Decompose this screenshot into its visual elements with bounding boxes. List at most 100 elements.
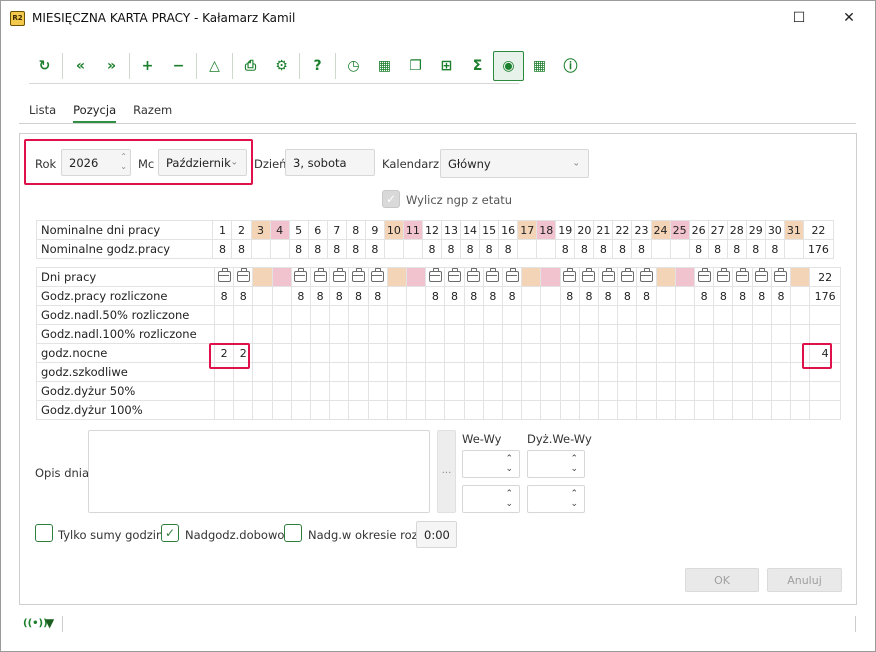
value-cell xyxy=(790,286,811,306)
ok-button[interactable]: OK xyxy=(685,568,759,592)
opis-ellipsis-button[interactable]: ... xyxy=(437,430,456,513)
value-cell xyxy=(674,343,696,363)
remove-icon[interactable]: − xyxy=(163,51,194,81)
hours-cell: 8 xyxy=(460,239,481,259)
dyz-we-wy-label: Dyż.We-Wy xyxy=(527,432,592,446)
value-cell xyxy=(655,362,676,382)
calendar-remove-icon[interactable]: ▦ xyxy=(369,51,400,81)
hours-cell xyxy=(783,239,804,259)
value-cell xyxy=(463,305,484,325)
spinner-icon[interactable]: ⌃ ⌄ xyxy=(570,454,578,474)
value-cell xyxy=(252,381,273,401)
work-day-cell xyxy=(425,267,446,287)
value-cell xyxy=(309,343,331,363)
refresh-icon[interactable]: ↻ xyxy=(29,51,60,81)
settings-icon[interactable]: ⚙ xyxy=(266,51,297,81)
day-cell: 20 xyxy=(574,220,595,240)
triangle-icon[interactable]: △ xyxy=(199,51,230,81)
work-grid: Dni pracy 22 Godz.pracy rozliczone 8 8 8 8 8 8 8 8… xyxy=(36,267,841,420)
value-cell xyxy=(770,400,792,420)
day-cell: 19 xyxy=(555,220,576,240)
cancel-button[interactable]: Anuluj xyxy=(767,568,842,592)
work-day-cell xyxy=(444,267,465,287)
tab-razem[interactable]: Razem xyxy=(133,103,172,123)
value-cell xyxy=(732,362,753,382)
add-icon[interactable]: + xyxy=(132,51,163,81)
calendar-clock-icon[interactable]: ▦ xyxy=(524,51,555,81)
value-cell xyxy=(406,324,427,344)
maximize-button[interactable]: ☐ xyxy=(784,7,814,29)
eye-icon[interactable]: ◉ xyxy=(493,51,524,81)
opis-textarea[interactable] xyxy=(88,430,430,513)
work-day-cell xyxy=(578,267,600,287)
day-cell: 14 xyxy=(460,220,481,240)
value-cell xyxy=(271,286,292,306)
tylko-sumy-checkbox[interactable] xyxy=(35,524,53,542)
value-cell xyxy=(521,400,542,420)
spinner-icon[interactable]: ⌃ ⌄ xyxy=(570,489,578,509)
day-cell: 5 xyxy=(288,220,309,240)
value-cell xyxy=(233,324,254,344)
tab-lista[interactable]: Lista xyxy=(29,103,56,123)
value-cell: 8 xyxy=(290,286,312,306)
dyz-we-time-input[interactable]: ⌃ ⌄ xyxy=(527,450,585,478)
value-cell xyxy=(636,362,657,382)
help-icon[interactable]: ? xyxy=(302,51,333,81)
value-cell xyxy=(598,324,619,344)
work-day-cell xyxy=(617,267,638,287)
next-month-icon[interactable]: » xyxy=(96,51,127,81)
nadg-okres-input[interactable]: 0:00 xyxy=(416,521,457,548)
value-cell xyxy=(617,362,638,382)
hours-cell: 8 xyxy=(440,239,462,259)
prev-month-icon[interactable]: « xyxy=(65,51,96,81)
value-cell xyxy=(674,324,696,344)
value-cell xyxy=(252,324,273,344)
filter-icon[interactable]: ▼ xyxy=(45,616,54,630)
briefcase-icon xyxy=(486,268,500,282)
kalendarz-label: Kalendarz xyxy=(382,157,440,171)
value-cell xyxy=(444,305,465,325)
value-cell xyxy=(329,305,350,325)
value-cell xyxy=(252,362,273,382)
print-icon[interactable]: ⎙ xyxy=(235,51,266,81)
copy-icon[interactable]: ❐ xyxy=(400,51,431,81)
value-cell: 8 xyxy=(233,286,254,306)
work-day-cell xyxy=(732,267,753,287)
add-box-icon[interactable]: ⊞ xyxy=(431,51,462,81)
value-cell xyxy=(598,381,619,401)
close-button[interactable]: ✕ xyxy=(834,7,864,29)
value-cell xyxy=(751,381,772,401)
value-cell xyxy=(406,343,427,363)
hours-cell: 8 xyxy=(764,239,785,259)
value-cell xyxy=(406,381,427,401)
we-time-input[interactable]: ⌃ ⌄ xyxy=(462,450,520,478)
value-cell xyxy=(233,305,254,325)
wylicz-checkbox[interactable]: ✓ xyxy=(382,190,400,208)
value-cell: 8 xyxy=(444,286,465,306)
value-cell xyxy=(559,305,580,325)
tylko-sumy-label: Tylko sumy godzin xyxy=(58,528,164,542)
value-cell xyxy=(463,324,484,344)
nadgodz-dobowo-checkbox[interactable]: ✓ xyxy=(161,524,179,542)
row-label: godz.nocne xyxy=(36,343,215,363)
kalendarz-select[interactable]: Główny ⌄ xyxy=(440,149,589,178)
value-cell xyxy=(271,362,292,382)
dyz-wy-time-input[interactable]: ⌃ ⌄ xyxy=(527,485,585,513)
value-cell xyxy=(655,381,676,401)
nominal-grid: Nominalne dni pracy 1 2 3 4 5 6 7 8 9 10 11 12 13 14 15… xyxy=(35,220,835,259)
value-cell xyxy=(252,343,273,363)
sum-icon[interactable]: Σ xyxy=(462,51,493,81)
info-icon[interactable]: ⓘ xyxy=(555,51,586,81)
clock-icon[interactable]: ◷ xyxy=(338,51,369,81)
hours-cell: 8 xyxy=(498,239,519,259)
tab-pozycja[interactable]: Pozycja xyxy=(73,103,117,123)
day-cell: 24 xyxy=(650,220,671,240)
value-cell: 8 xyxy=(367,286,388,306)
toolbar-separator xyxy=(62,53,63,79)
spinner-icon[interactable]: ⌃ ⌄ xyxy=(505,454,513,474)
nadg-okres-checkbox[interactable] xyxy=(284,524,302,542)
briefcase-icon xyxy=(236,268,250,282)
wy-time-input[interactable]: ⌃ ⌄ xyxy=(462,485,520,513)
briefcase-icon xyxy=(736,268,750,282)
spinner-icon[interactable]: ⌃ ⌄ xyxy=(505,489,513,509)
